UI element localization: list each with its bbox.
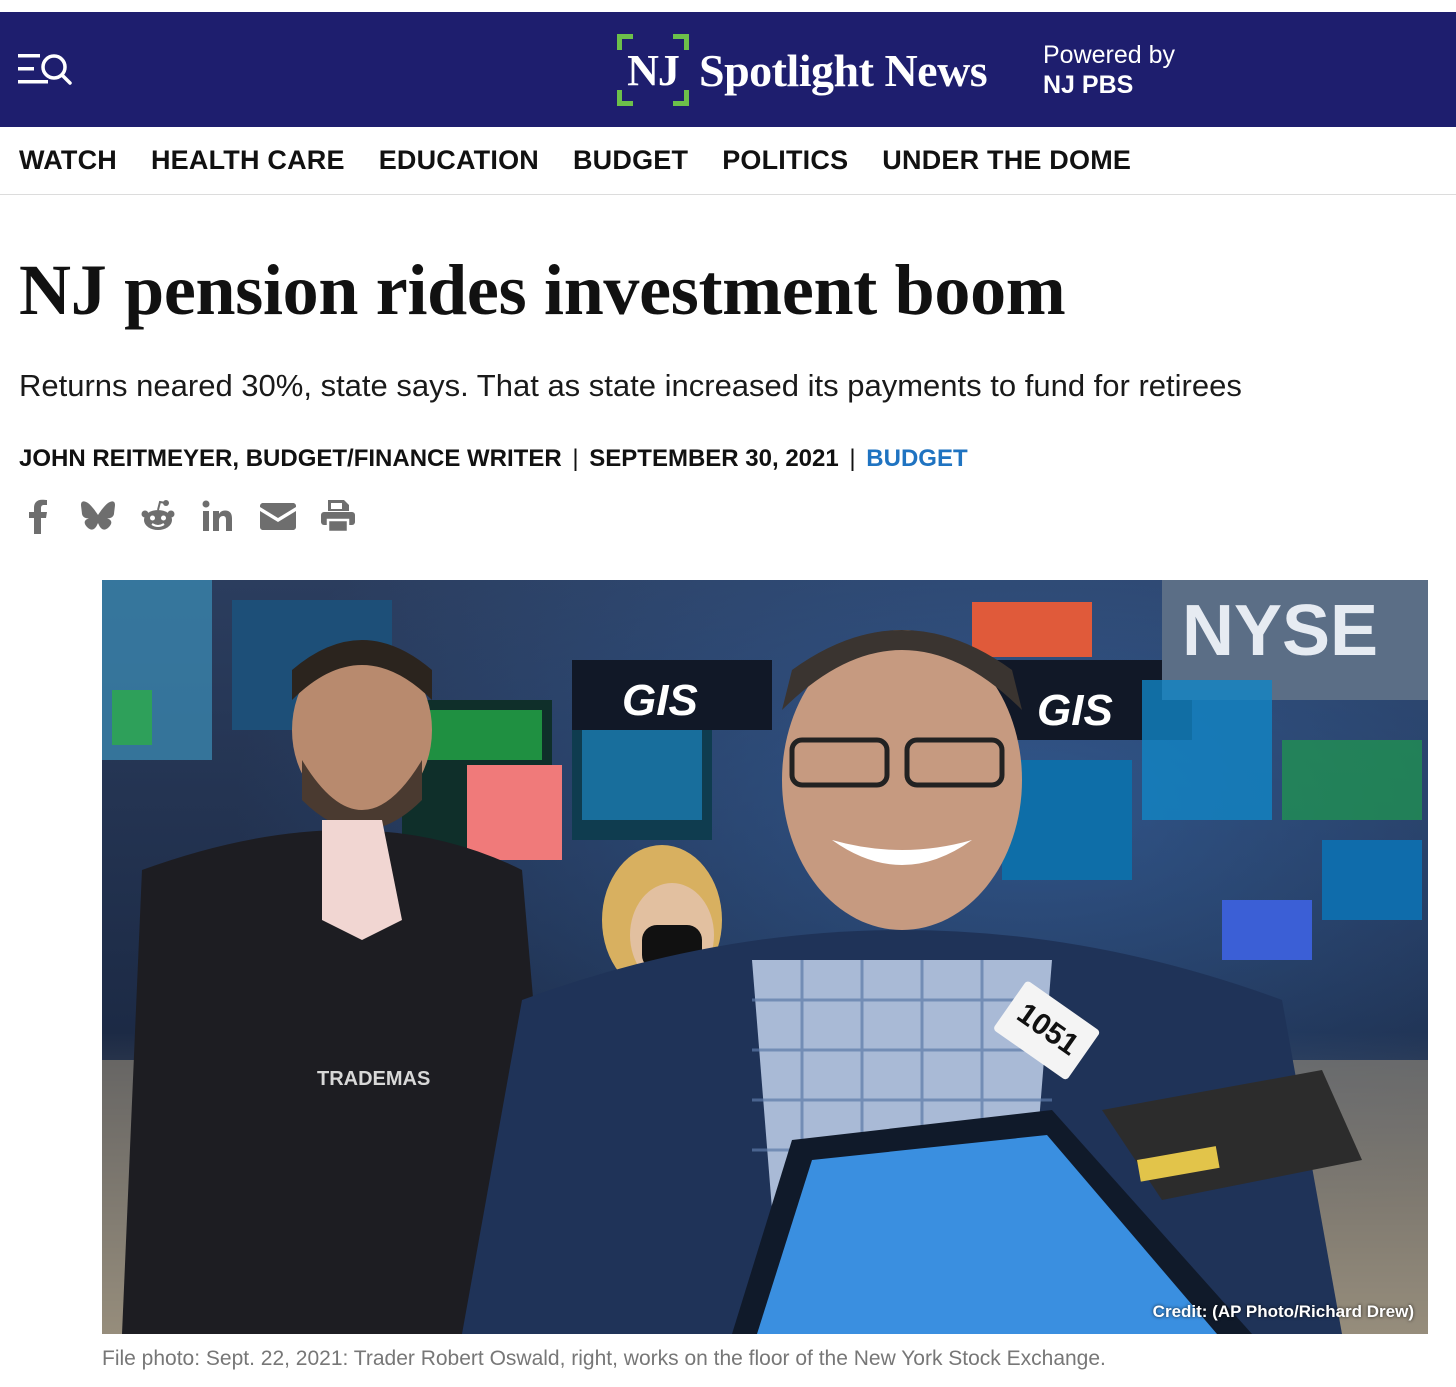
jacket-text: TRADEMAS <box>317 1068 430 1090</box>
byline-date: SEPTEMBER 30, 2021 <box>589 445 839 472</box>
facebook-icon <box>29 499 47 534</box>
logo-mark: NJ <box>615 32 691 108</box>
byline-category-link[interactable]: BUDGET <box>866 445 967 472</box>
nav-item-politics[interactable]: POLITICS <box>722 145 848 176</box>
nyse-sign: NYSE <box>1182 591 1378 671</box>
article-dek: Returns neared 30%, state says. That as … <box>19 368 1242 403</box>
facebook-share-button[interactable] <box>20 496 56 536</box>
reddit-icon <box>141 500 175 530</box>
nav-item-watch[interactable]: WATCH <box>19 145 117 176</box>
menu-search-button[interactable] <box>18 50 74 90</box>
gis-sign-left: GIS <box>622 676 698 725</box>
email-icon <box>260 503 296 530</box>
logo-text: Spotlight News <box>699 44 988 96</box>
linkedin-share-button[interactable] <box>200 496 236 536</box>
reddit-share-button[interactable] <box>140 496 176 536</box>
nav-item-under-the-dome[interactable]: UNDER THE DOME <box>882 145 1131 176</box>
bluesky-share-button[interactable] <box>80 496 116 536</box>
photo-caption: File photo: Sept. 22, 2021: Trader Rober… <box>102 1347 1106 1370</box>
menu-search-icon <box>18 54 72 85</box>
site-logo[interactable]: NJ Spotlight News <box>615 32 995 108</box>
article-byline: JOHN REITMEYER, BUDGET/FINANCE WRITER | … <box>19 443 968 475</box>
gis-sign-right: GIS <box>1037 686 1113 735</box>
nav-item-education[interactable]: EDUCATION <box>379 145 539 176</box>
byline-separator: | <box>849 445 856 472</box>
print-button[interactable] <box>320 496 356 536</box>
byline-separator: | <box>572 445 579 472</box>
powered-by[interactable]: Powered by NJ PBS <box>1043 40 1175 100</box>
bluesky-icon <box>81 501 115 530</box>
nav-item-health-care[interactable]: HEALTH CARE <box>151 145 345 176</box>
site-header: NJ Spotlight News Powered by NJ PBS <box>0 12 1456 127</box>
stock-exchange-photo: GIS GIS NYSE TRADEMAS 1051 <box>102 580 1428 1334</box>
byline-author[interactable]: JOHN REITMEYER, BUDGET/FINANCE WRITER <box>19 445 562 472</box>
print-icon <box>321 500 355 533</box>
powered-by-name: NJ PBS <box>1043 71 1134 99</box>
email-share-button[interactable] <box>260 496 296 536</box>
nav-item-budget[interactable]: BUDGET <box>573 145 688 176</box>
main-nav: WATCH HEALTH CARE EDUCATION BUDGET POLIT… <box>0 127 1456 195</box>
article-photo: GIS GIS NYSE TRADEMAS 1051 Credit: (AP P… <box>102 580 1428 1334</box>
share-bar <box>20 496 380 536</box>
linkedin-icon <box>202 500 232 531</box>
powered-by-label: Powered by <box>1043 41 1176 69</box>
logo-mark-text: NJ <box>627 45 680 95</box>
photo-credit: Credit: (AP Photo/Richard Drew) <box>1152 1302 1414 1321</box>
article-headline: NJ pension rides investment boom <box>19 250 1066 330</box>
